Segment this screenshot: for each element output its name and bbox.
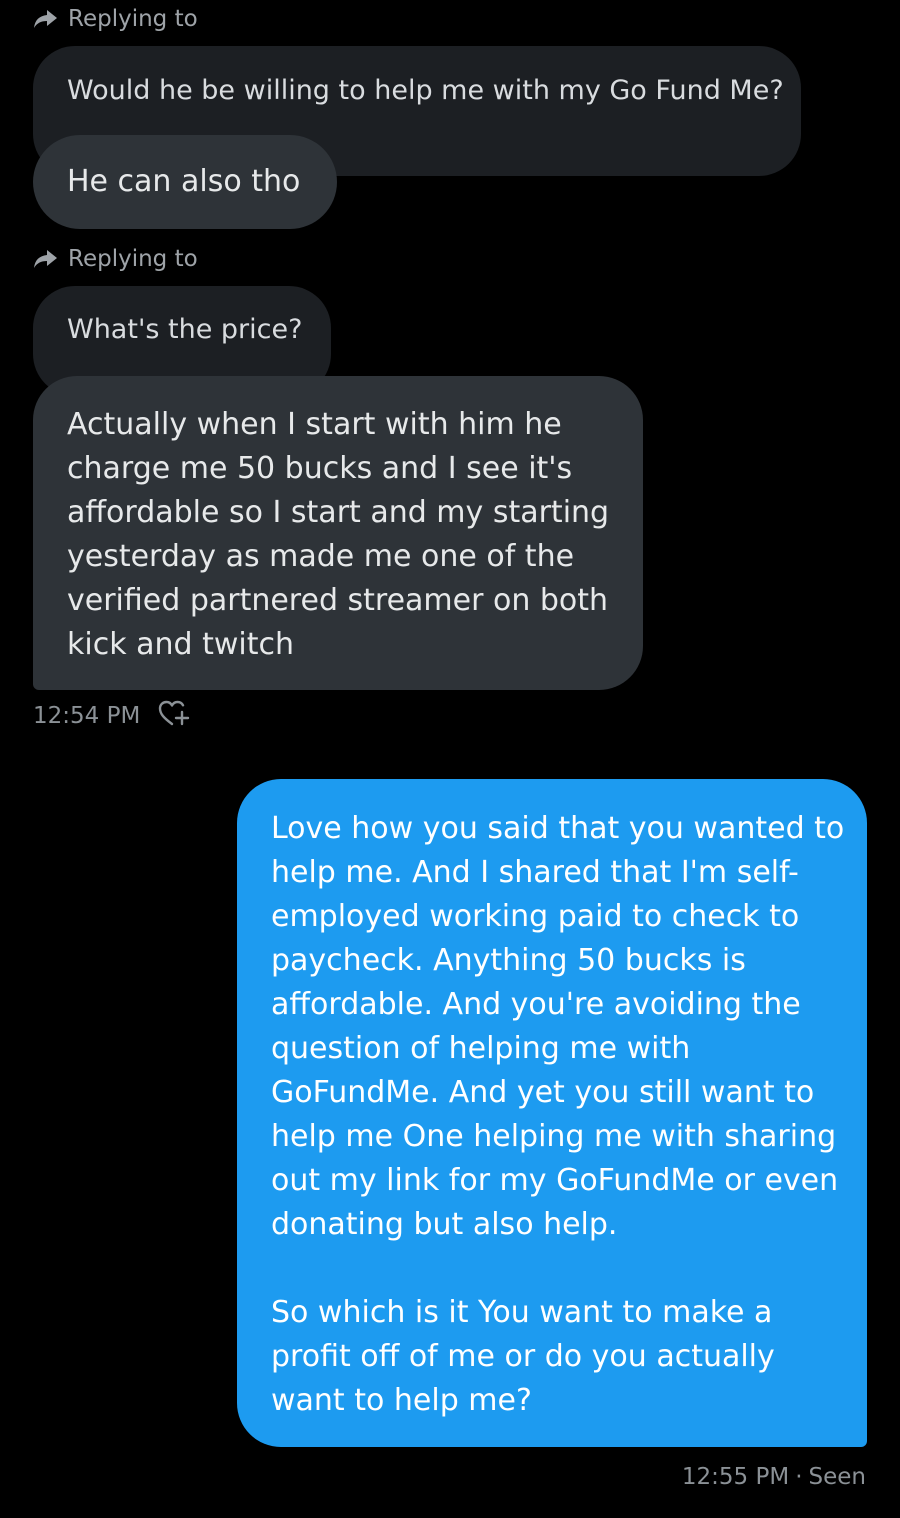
outgoing-message-paragraph: Love how you said that you wanted to hel… <box>271 811 845 1242</box>
quoted-message-text: What's the price? <box>67 314 303 345</box>
replying-to-text: Replying to <box>68 246 198 272</box>
incoming-message-text: Actually when I start with him he charge… <box>67 407 610 662</box>
seen-status: Seen <box>808 1464 866 1490</box>
outgoing-message[interactable]: Love how you said that you wanted to hel… <box>237 779 867 1447</box>
reply-arrow-icon <box>33 248 59 270</box>
replying-to-label: Replying to <box>33 2 198 36</box>
replying-to-text: Replying to <box>68 6 198 32</box>
message-meta: 12:55 PM · Seen <box>682 1459 866 1495</box>
incoming-message[interactable]: He can also tho <box>33 135 337 229</box>
message-timestamp: 12:54 PM <box>33 703 141 729</box>
replying-to-label: Replying to <box>33 242 198 276</box>
heart-plus-icon[interactable] <box>158 699 190 733</box>
quoted-message-text: Would he be willing to help me with my G… <box>67 75 784 106</box>
message-timestamp: 12:55 PM <box>681 1464 790 1490</box>
message-meta: 12:54 PM <box>33 698 190 734</box>
meta-separator: · <box>795 1464 803 1490</box>
outgoing-message-paragraph: So which is it You want to make a profit… <box>271 1295 775 1418</box>
incoming-message[interactable]: Actually when I start with him he charge… <box>33 376 643 690</box>
reply-arrow-icon <box>33 8 59 30</box>
incoming-message-text: He can also tho <box>67 164 301 199</box>
